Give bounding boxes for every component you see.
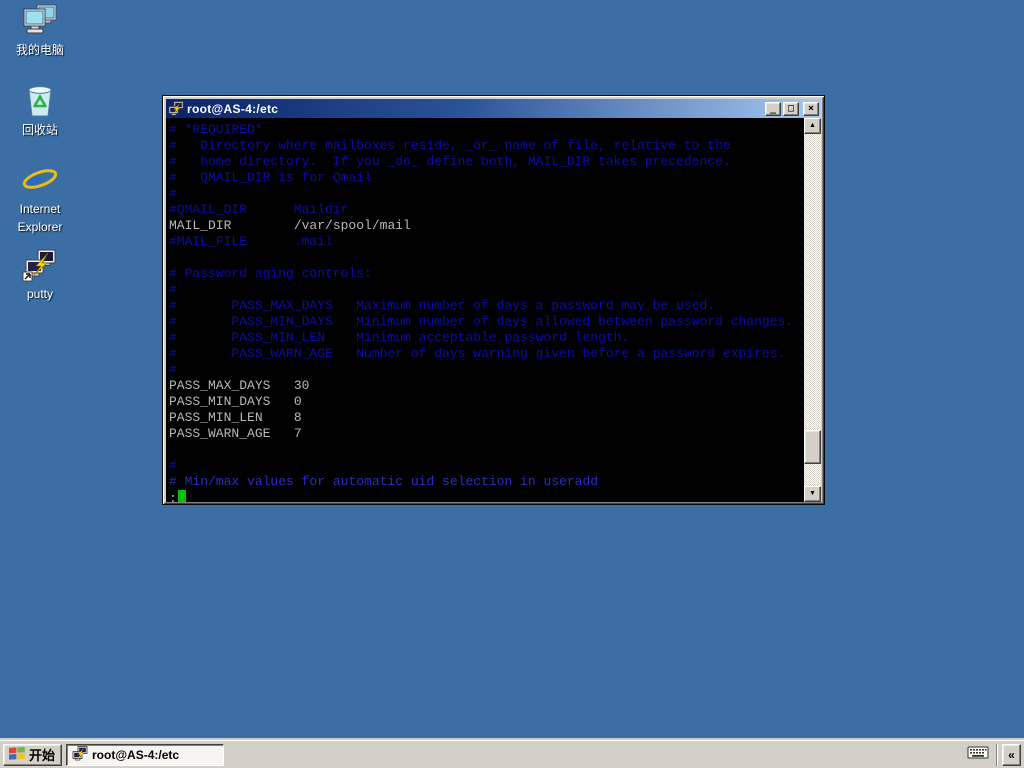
terminal-line: # *REQUIRED* xyxy=(169,122,263,137)
scrollbar-track[interactable] xyxy=(804,134,821,486)
start-button-label: 开始 xyxy=(29,748,56,763)
windows-logo-icon xyxy=(8,746,26,764)
terminal-line: # PASS_MIN_DAYS Minimum number of days a… xyxy=(169,314,794,329)
terminal-line: # xyxy=(169,186,177,201)
window-title: root@AS-4:/etc xyxy=(187,101,279,116)
terminal-lines: # *REQUIRED* # Directory where mailboxes … xyxy=(169,122,804,490)
terminal-line: # PASS_WARN_AGE Number of days warning g… xyxy=(169,346,786,361)
terminal-line: # xyxy=(169,362,177,377)
minimize-button[interactable]: _ xyxy=(765,101,781,116)
vi-command-line: : xyxy=(169,490,804,502)
desktop-icon-recycle-bin[interactable]: 回收站 xyxy=(4,84,76,139)
tray-collapse-button[interactable]: « xyxy=(1002,743,1021,766)
internet-explorer-icon: e xyxy=(22,163,58,198)
scrollbar-thumb[interactable] xyxy=(804,430,821,464)
terminal-line: # QMAIL_DIR is for Qmail xyxy=(169,170,372,185)
terminal-line: PASS_MAX_DAYS 30 xyxy=(169,378,310,393)
desktop-icon-label: putty xyxy=(26,287,53,301)
tray-separator xyxy=(996,743,998,766)
terminal-line: # Min/max values for automatic uid selec… xyxy=(169,474,599,489)
terminal-line: MAIL_DIR /var/spool/mail xyxy=(169,218,411,233)
recycle-bin-icon xyxy=(22,84,58,118)
putty-window: root@AS-4:/etc _ □ × # *REQUIRED* # Direc… xyxy=(162,95,825,505)
desktop-icon-label: 我的电脑 xyxy=(15,43,64,57)
vi-prompt: : xyxy=(169,491,177,502)
putty-window-icon xyxy=(168,101,184,116)
terminal-line: PASS_MIN_LEN 8 xyxy=(169,410,302,425)
terminal-scrollbar[interactable]: ▲ ▼ xyxy=(804,118,821,502)
terminal-line: # PASS_MIN_LEN Minimum acceptable passwo… xyxy=(169,330,630,345)
task-button-label: root@AS-4:/etc xyxy=(92,747,180,762)
terminal[interactable]: # *REQUIRED* # Directory where mailboxes … xyxy=(166,118,804,502)
terminal-cursor xyxy=(177,490,186,502)
scroll-up-button[interactable]: ▲ xyxy=(804,118,821,134)
keyboard-icon xyxy=(967,745,989,765)
taskbar-task-putty[interactable]: root@AS-4:/etc xyxy=(66,743,225,766)
input-method-indicator[interactable] xyxy=(966,745,990,765)
desktop-icon-putty[interactable]: putty xyxy=(4,248,76,303)
scroll-up-icon: ▲ xyxy=(809,122,816,129)
desktop-icon-label: 回收站 xyxy=(21,123,58,137)
my-computer-icon xyxy=(22,4,58,38)
desktop: 我的电脑 回收站 e Internet Explorer putty root@… xyxy=(0,0,1024,768)
close-button[interactable]: × xyxy=(803,101,819,116)
desktop-icon-internet-explorer[interactable]: e Internet Explorer xyxy=(4,163,76,236)
maximize-button[interactable]: □ xyxy=(783,101,799,116)
desktop-icon-label: Internet Explorer xyxy=(17,202,63,234)
terminal-line: # xyxy=(169,282,177,297)
putty-icon xyxy=(22,248,58,282)
terminal-line: #MAIL_FILE .mail xyxy=(169,234,333,249)
terminal-line: #QMAIL_DIR Maildir xyxy=(169,202,349,217)
terminal-line: PASS_WARN_AGE 7 xyxy=(169,426,302,441)
desktop-icon-my-computer[interactable]: 我的电脑 xyxy=(4,4,76,59)
system-tray: « xyxy=(966,743,1021,767)
terminal-client-area: # *REQUIRED* # Directory where mailboxes … xyxy=(166,118,821,502)
scroll-down-button[interactable]: ▼ xyxy=(804,486,821,502)
terminal-line: # xyxy=(169,458,177,473)
terminal-line: # Password aging controls: xyxy=(169,266,372,281)
terminal-line: PASS_MIN_DAYS 0 xyxy=(169,394,302,409)
terminal-line: # Directory where mailboxes reside, _or_… xyxy=(169,138,731,153)
svg-text:e: e xyxy=(27,163,41,197)
scroll-down-icon: ▼ xyxy=(809,490,816,497)
task-putty-icon xyxy=(72,745,88,764)
start-button[interactable]: 开始 xyxy=(3,743,63,766)
taskbar: 开始 root@AS-4:/etc « xyxy=(0,740,1024,768)
terminal-line: # home directory. If you _do_ define bot… xyxy=(169,154,731,169)
terminal-line: # PASS_MAX_DAYS Maximum number of days a… xyxy=(169,298,716,313)
window-titlebar[interactable]: root@AS-4:/etc _ □ × xyxy=(166,99,821,118)
